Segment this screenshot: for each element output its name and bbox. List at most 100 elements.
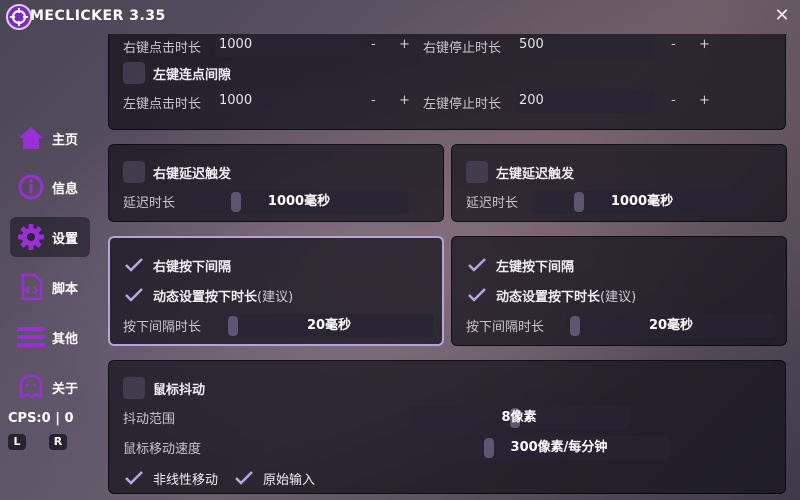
right-delay-checkbox[interactable] [123,161,145,183]
right-press-checkbox[interactable] [123,254,145,276]
sidebar-item-label: 脚本 [52,281,79,297]
sidebar-item-label: 设置 [52,231,79,247]
app-logo-icon [6,4,32,30]
checkmark-icon [125,471,143,485]
left-click-duration-input[interactable]: 1000 [215,89,355,113]
right-click-duration-input[interactable]: 1000 [215,34,355,57]
nonlinear-row: 非线性移动 [123,467,218,489]
mouse-speed-slider[interactable]: 300像素/每分钟 [409,436,669,460]
left-dynamic-row: 动态设置按下时长(建议) [466,284,636,306]
sidebar-item-label: 信息 [52,181,79,197]
left-dynamic-label-text: 动态设置按下时长 [496,289,601,305]
left-delay-slider[interactable]: 1000毫秒 [532,190,752,214]
sidebar-item-info[interactable]: 信息 [10,167,90,207]
jitter-range-slider[interactable]: 8像素 [409,406,629,430]
left-click-duration-label: 左键点击时长 [123,97,202,112]
left-stop-duration-increment[interactable]: + [699,93,710,108]
settings-scroll-area[interactable]: 右键点击时长 1000 - + 右键停止时长 500 - + 左键连点间隙 左键… [100,34,800,500]
jitter-range-value: 8像素 [501,410,537,425]
sidebar-item-settings[interactable]: 设置 [10,217,90,257]
right-dynamic-label-suffix: (建议) [257,289,294,305]
checkmark-icon [125,288,143,302]
right-dynamic-label-text: 动态设置按下时长 [153,289,258,305]
checkmark-icon [125,258,143,272]
click-interval-card: 右键点击时长 1000 - + 右键停止时长 500 - + 左键连点间隙 左键… [108,34,786,130]
right-delay-label: 右键延迟触发 [153,166,232,182]
left-click-duration-decrement[interactable]: - [371,93,376,108]
left-click-interval-row: 左键连点间隙 [123,62,231,84]
right-click-duration-decrement[interactable]: - [371,37,376,52]
right-delay-duration-label: 延迟时长 [123,196,176,211]
sidebar-item-label: 关于 [52,381,79,397]
right-click-duration-increment[interactable]: + [399,37,410,52]
title-bar: MECLICKER 3.35 ✕ [0,0,800,34]
left-click-interval-checkbox[interactable] [123,62,145,84]
right-delay-row: 右键延迟触发 [123,161,231,183]
left-delay-card: 左键延迟触发 延迟时长 1000毫秒 [451,144,787,222]
left-press-checkbox[interactable] [466,254,488,276]
left-press-slider[interactable]: 20毫秒 [566,314,776,338]
left-dynamic-checkbox[interactable] [466,284,488,306]
left-delay-duration-label: 延迟时长 [466,196,519,211]
right-stop-duration-input[interactable]: 500 [515,34,655,57]
left-delay-label: 左键延迟触发 [496,166,575,182]
mouse-speed-label: 鼠标移动速度 [123,442,202,457]
jitter-label: 鼠标抖动 [153,382,206,398]
right-delay-value: 1000毫秒 [267,194,331,209]
gear-icon [14,220,48,254]
right-press-value: 20毫秒 [306,318,352,333]
nonlinear-label: 非线性移动 [153,472,219,488]
mouse-jitter-card: 鼠标抖动 抖动范围 8像素 鼠标移动速度 300像素/每分钟 非线性移动 原始输… [108,360,786,494]
raw-input-label: 原始输入 [263,472,316,488]
right-stop-duration-decrement[interactable]: - [671,37,676,52]
right-dynamic-row: 动态设置按下时长(建议) [123,284,293,306]
nonlinear-checkbox[interactable] [123,467,145,489]
info-icon [14,170,48,204]
right-press-row: 右键按下间隔 [123,254,231,276]
checkmark-icon [235,471,253,485]
cps-readout: CPS:0 | 0 [8,411,74,426]
left-key-indicator: L [8,434,26,450]
right-stop-duration-label: 右键停止时长 [423,41,502,56]
raw-input-row: 原始输入 [233,467,315,489]
right-dynamic-checkbox[interactable] [123,284,145,306]
right-stop-duration-increment[interactable]: + [699,37,710,52]
sidebar-item-script[interactable]: 脚本 [10,267,90,307]
left-stop-duration-decrement[interactable]: - [671,93,676,108]
left-click-duration-increment[interactable]: + [399,93,410,108]
right-dynamic-label: 动态设置按下时长(建议) [153,286,293,305]
sidebar-item-about[interactable]: 关于 [10,367,90,407]
left-press-interval-label: 按下间隔时长 [466,320,545,335]
checkmark-icon [468,258,486,272]
sidebar-item-home[interactable]: 主页 [10,118,90,158]
raw-input-checkbox[interactable] [233,467,255,489]
close-button[interactable]: ✕ [772,6,792,26]
left-dynamic-label-suffix: (建议) [600,289,637,305]
left-dynamic-label: 动态设置按下时长(建议) [496,286,636,305]
sidebar: 主页 信息 设置 脚本 其他 关于 CPS:0 | 0 L R [0,34,100,500]
sidebar-item-label: 其他 [52,331,79,347]
sidebar-item-other[interactable]: 其他 [10,317,90,357]
left-delay-value: 1000毫秒 [610,194,674,209]
jitter-row: 鼠标抖动 [123,377,205,399]
right-press-interval-label: 按下间隔时长 [123,320,202,335]
left-stop-duration-input[interactable]: 200 [515,89,655,113]
menu-icon [14,320,48,354]
left-press-row: 左键按下间隔 [466,254,574,276]
left-press-label: 左键按下间隔 [496,259,575,275]
sidebar-item-label: 主页 [52,132,79,148]
right-delay-card: 右键延迟触发 延迟时长 1000毫秒 [108,144,444,222]
jitter-range-label: 抖动范围 [123,412,176,427]
mouse-speed-value: 300像素/每分钟 [510,440,608,455]
right-click-duration-label: 右键点击时长 [123,41,202,56]
left-press-value: 20毫秒 [648,318,694,333]
left-delay-row: 左键延迟触发 [466,161,574,183]
home-icon [14,121,48,155]
right-delay-slider[interactable]: 1000毫秒 [189,190,409,214]
chat-icon [14,370,48,404]
right-press-slider[interactable]: 20毫秒 [224,314,434,338]
left-delay-checkbox[interactable] [466,161,488,183]
jitter-checkbox[interactable] [123,377,145,399]
right-key-indicator: R [49,434,67,450]
checkmark-icon [468,288,486,302]
